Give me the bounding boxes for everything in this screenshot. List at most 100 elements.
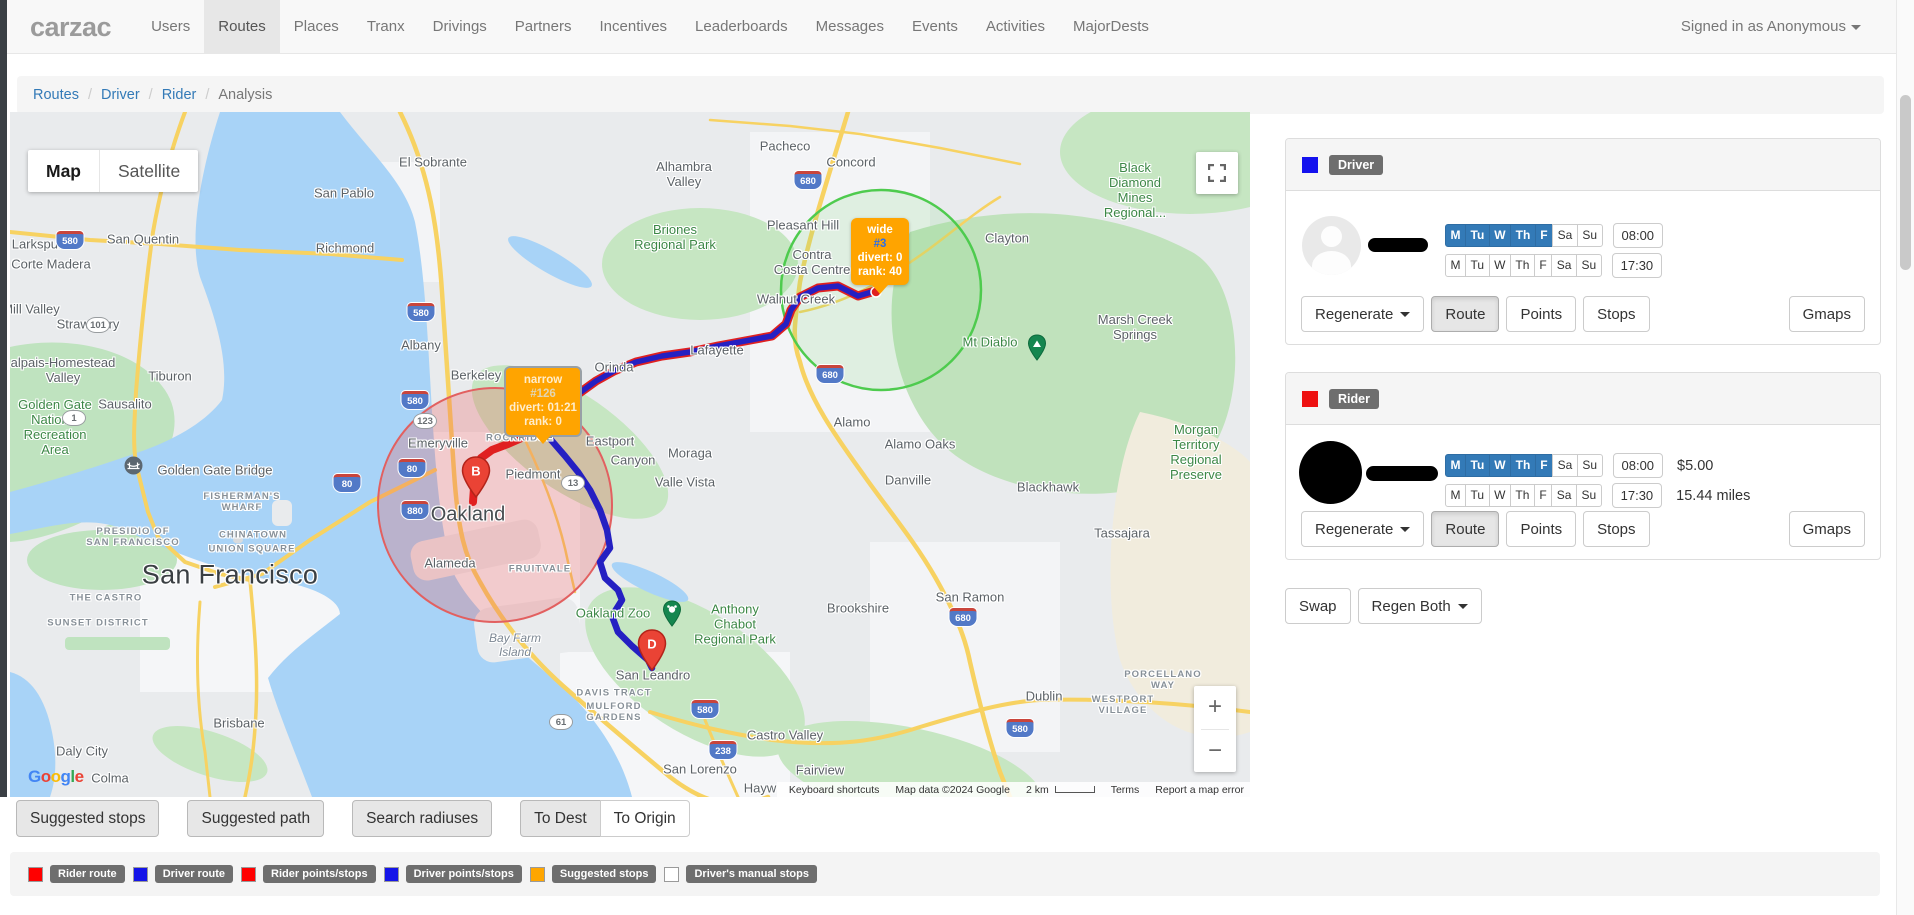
driver-day-toggle-w[interactable]: W [1489,254,1511,277]
toolbar-to-dest-button[interactable]: To Dest [520,800,601,837]
rider-day-toggle-sa[interactable]: Sa [1552,454,1578,477]
interstate-shield-580: 580 [57,231,84,249]
driver-day-toggle-w[interactable]: W [1489,224,1511,247]
rider-day-toggle-tu[interactable]: Tu [1465,484,1490,507]
rider-day-toggle-tu[interactable]: Tu [1465,454,1490,477]
rider-day-toggle-sa[interactable]: Sa [1551,484,1577,507]
zoom-in-button[interactable]: + [1194,686,1236,729]
driver-points-button[interactable]: Points [1506,296,1576,332]
driver-day-toggle-sa[interactable]: Sa [1551,254,1577,277]
toolbar-search-radiuses-button[interactable]: Search radiuses [352,800,492,837]
driver-day-toggle-tu[interactable]: Tu [1465,224,1490,247]
map-label: Tiburon [148,369,192,384]
nav-item-messages[interactable]: Messages [802,0,898,53]
driver-stops-button[interactable]: Stops [1583,296,1649,332]
stop-tooltip-wide[interactable]: wide#3divert: 0rank: 40 [851,218,909,285]
driver-regenerate-button[interactable]: Regenerate [1301,296,1424,332]
driver-card: Driver MTuWThFSaSu08:00MTuWThFSaSu17:30 … [1285,138,1881,345]
driver-day-toggle-f[interactable]: F [1535,224,1553,247]
rider-day-toggle-m[interactable]: M [1445,454,1466,477]
rider-points-button[interactable]: Points [1506,511,1576,547]
driver-day-toggle-f[interactable]: F [1534,254,1552,277]
nav-item-partners[interactable]: Partners [501,0,586,53]
breadcrumb-link-driver[interactable]: Driver [101,87,140,103]
driver-day-toggle-su[interactable]: Su [1577,224,1603,247]
route-destination-marker-D[interactable]: D [637,629,667,676]
driver-day-toggle-m[interactable]: M [1445,254,1466,277]
tooltip-line: narrow [509,373,577,387]
scrollbar-thumb[interactable] [1900,95,1911,270]
nav-item-users[interactable]: Users [137,0,204,53]
nav-item-places[interactable]: Places [280,0,353,53]
toolbar-to-origin-button[interactable]: To Origin [600,800,690,837]
map-label: Oakland Zoo [576,606,650,621]
fullscreen-button[interactable] [1196,152,1238,194]
google-logo[interactable]: Google [28,767,84,787]
driver-day-toggle-th[interactable]: Th [1510,254,1535,277]
breadcrumb: Routes/Driver/Rider/Analysis [17,76,1884,114]
stop-tooltip-narrow[interactable]: narrow#126divert: 01:21rank: 0 [504,366,582,437]
legend-color-swatch [530,867,545,882]
nav-item-routes[interactable]: Routes [204,0,280,53]
map-type-satellite-button[interactable]: Satellite [99,150,198,192]
oakland-zoo-pin[interactable] [662,600,682,627]
rider-route-button[interactable]: Route [1431,511,1499,547]
rider-day-toggle-su[interactable]: Su [1576,484,1602,507]
google-logo-letter: g [61,767,71,786]
rider-day-toggle-m[interactable]: M [1445,484,1466,507]
avatar [1302,216,1361,275]
rider-time-end[interactable]: 17:30 [1612,483,1663,508]
redacted-driver-name [1368,238,1428,252]
map-label: Pacheco [760,139,811,154]
nav-item-events[interactable]: Events [898,0,972,53]
nav-item-activities[interactable]: Activities [972,0,1059,53]
brand-logo[interactable]: carzac [0,0,137,53]
mt-diablo-park-pin[interactable] [1027,334,1047,361]
user-menu[interactable]: Signed in as Anonymous [1681,0,1914,53]
toolbar-suggested-path-button[interactable]: Suggested path [187,800,324,837]
rider-day-toggle-th[interactable]: Th [1510,484,1535,507]
attribution-keyboard-shortcuts[interactable]: Keyboard shortcuts [789,784,879,796]
nav-item-leaderboards[interactable]: Leaderboards [681,0,802,53]
driver-gmaps-button[interactable]: Gmaps [1789,296,1865,332]
golden-gate-bridge-icon[interactable] [124,456,143,475]
driver-day-toggle-sa[interactable]: Sa [1552,224,1578,247]
rider-day-toggle-w[interactable]: W [1489,484,1511,507]
toolbar-suggested-stops-button[interactable]: Suggested stops [16,800,159,837]
state-route-shield-13: 13 [561,475,585,491]
nav-item-drivings[interactable]: Drivings [419,0,501,53]
rider-day-toggle-su[interactable]: Su [1577,454,1603,477]
driver-day-toggle-th[interactable]: Th [1510,224,1536,247]
driver-day-toggle-su[interactable]: Su [1576,254,1602,277]
nav-item-tranx[interactable]: Tranx [353,0,419,53]
driver-day-toggle-tu[interactable]: Tu [1465,254,1490,277]
attribution-terms[interactable]: Terms [1111,784,1140,796]
driver-route-button[interactable]: Route [1431,296,1499,332]
page-scrollbar[interactable] [1896,0,1914,915]
zoom-out-button[interactable]: − [1194,730,1236,773]
driver-regenerate-label: Regenerate [1315,306,1393,323]
rider-day-toggle-f[interactable]: F [1534,484,1552,507]
rider-stops-button[interactable]: Stops [1583,511,1649,547]
breadcrumb-link-routes[interactable]: Routes [33,87,79,103]
nav-item-majordests[interactable]: MajorDests [1059,0,1163,53]
rider-gmaps-button[interactable]: Gmaps [1789,511,1865,547]
regen-both-button[interactable]: Regen Both [1358,588,1482,624]
route-origin-marker-B[interactable]: B [461,456,491,503]
driver-time-start[interactable]: 08:00 [1613,223,1664,248]
driver-time-end[interactable]: 17:30 [1612,253,1663,278]
interstate-shield-580: 580 [1007,719,1034,737]
attribution-report-a-map-error[interactable]: Report a map error [1155,784,1244,796]
breadcrumb-link-rider[interactable]: Rider [162,87,197,103]
map-canvas[interactable]: El SobranteSan PabloRichmondPachecoConco… [10,112,1250,797]
rider-day-toggle-w[interactable]: W [1489,454,1511,477]
swap-button[interactable]: Swap [1285,588,1351,624]
nav-item-incentives[interactable]: Incentives [586,0,682,53]
rider-day-toggle-th[interactable]: Th [1510,454,1536,477]
map-type-map-button[interactable]: Map [28,150,99,192]
map-label: Mill Valley [10,302,60,317]
rider-time-start[interactable]: 08:00 [1613,453,1664,478]
rider-day-toggle-f[interactable]: F [1535,454,1553,477]
rider-regenerate-button[interactable]: Regenerate [1301,511,1424,547]
driver-day-toggle-m[interactable]: M [1445,224,1466,247]
